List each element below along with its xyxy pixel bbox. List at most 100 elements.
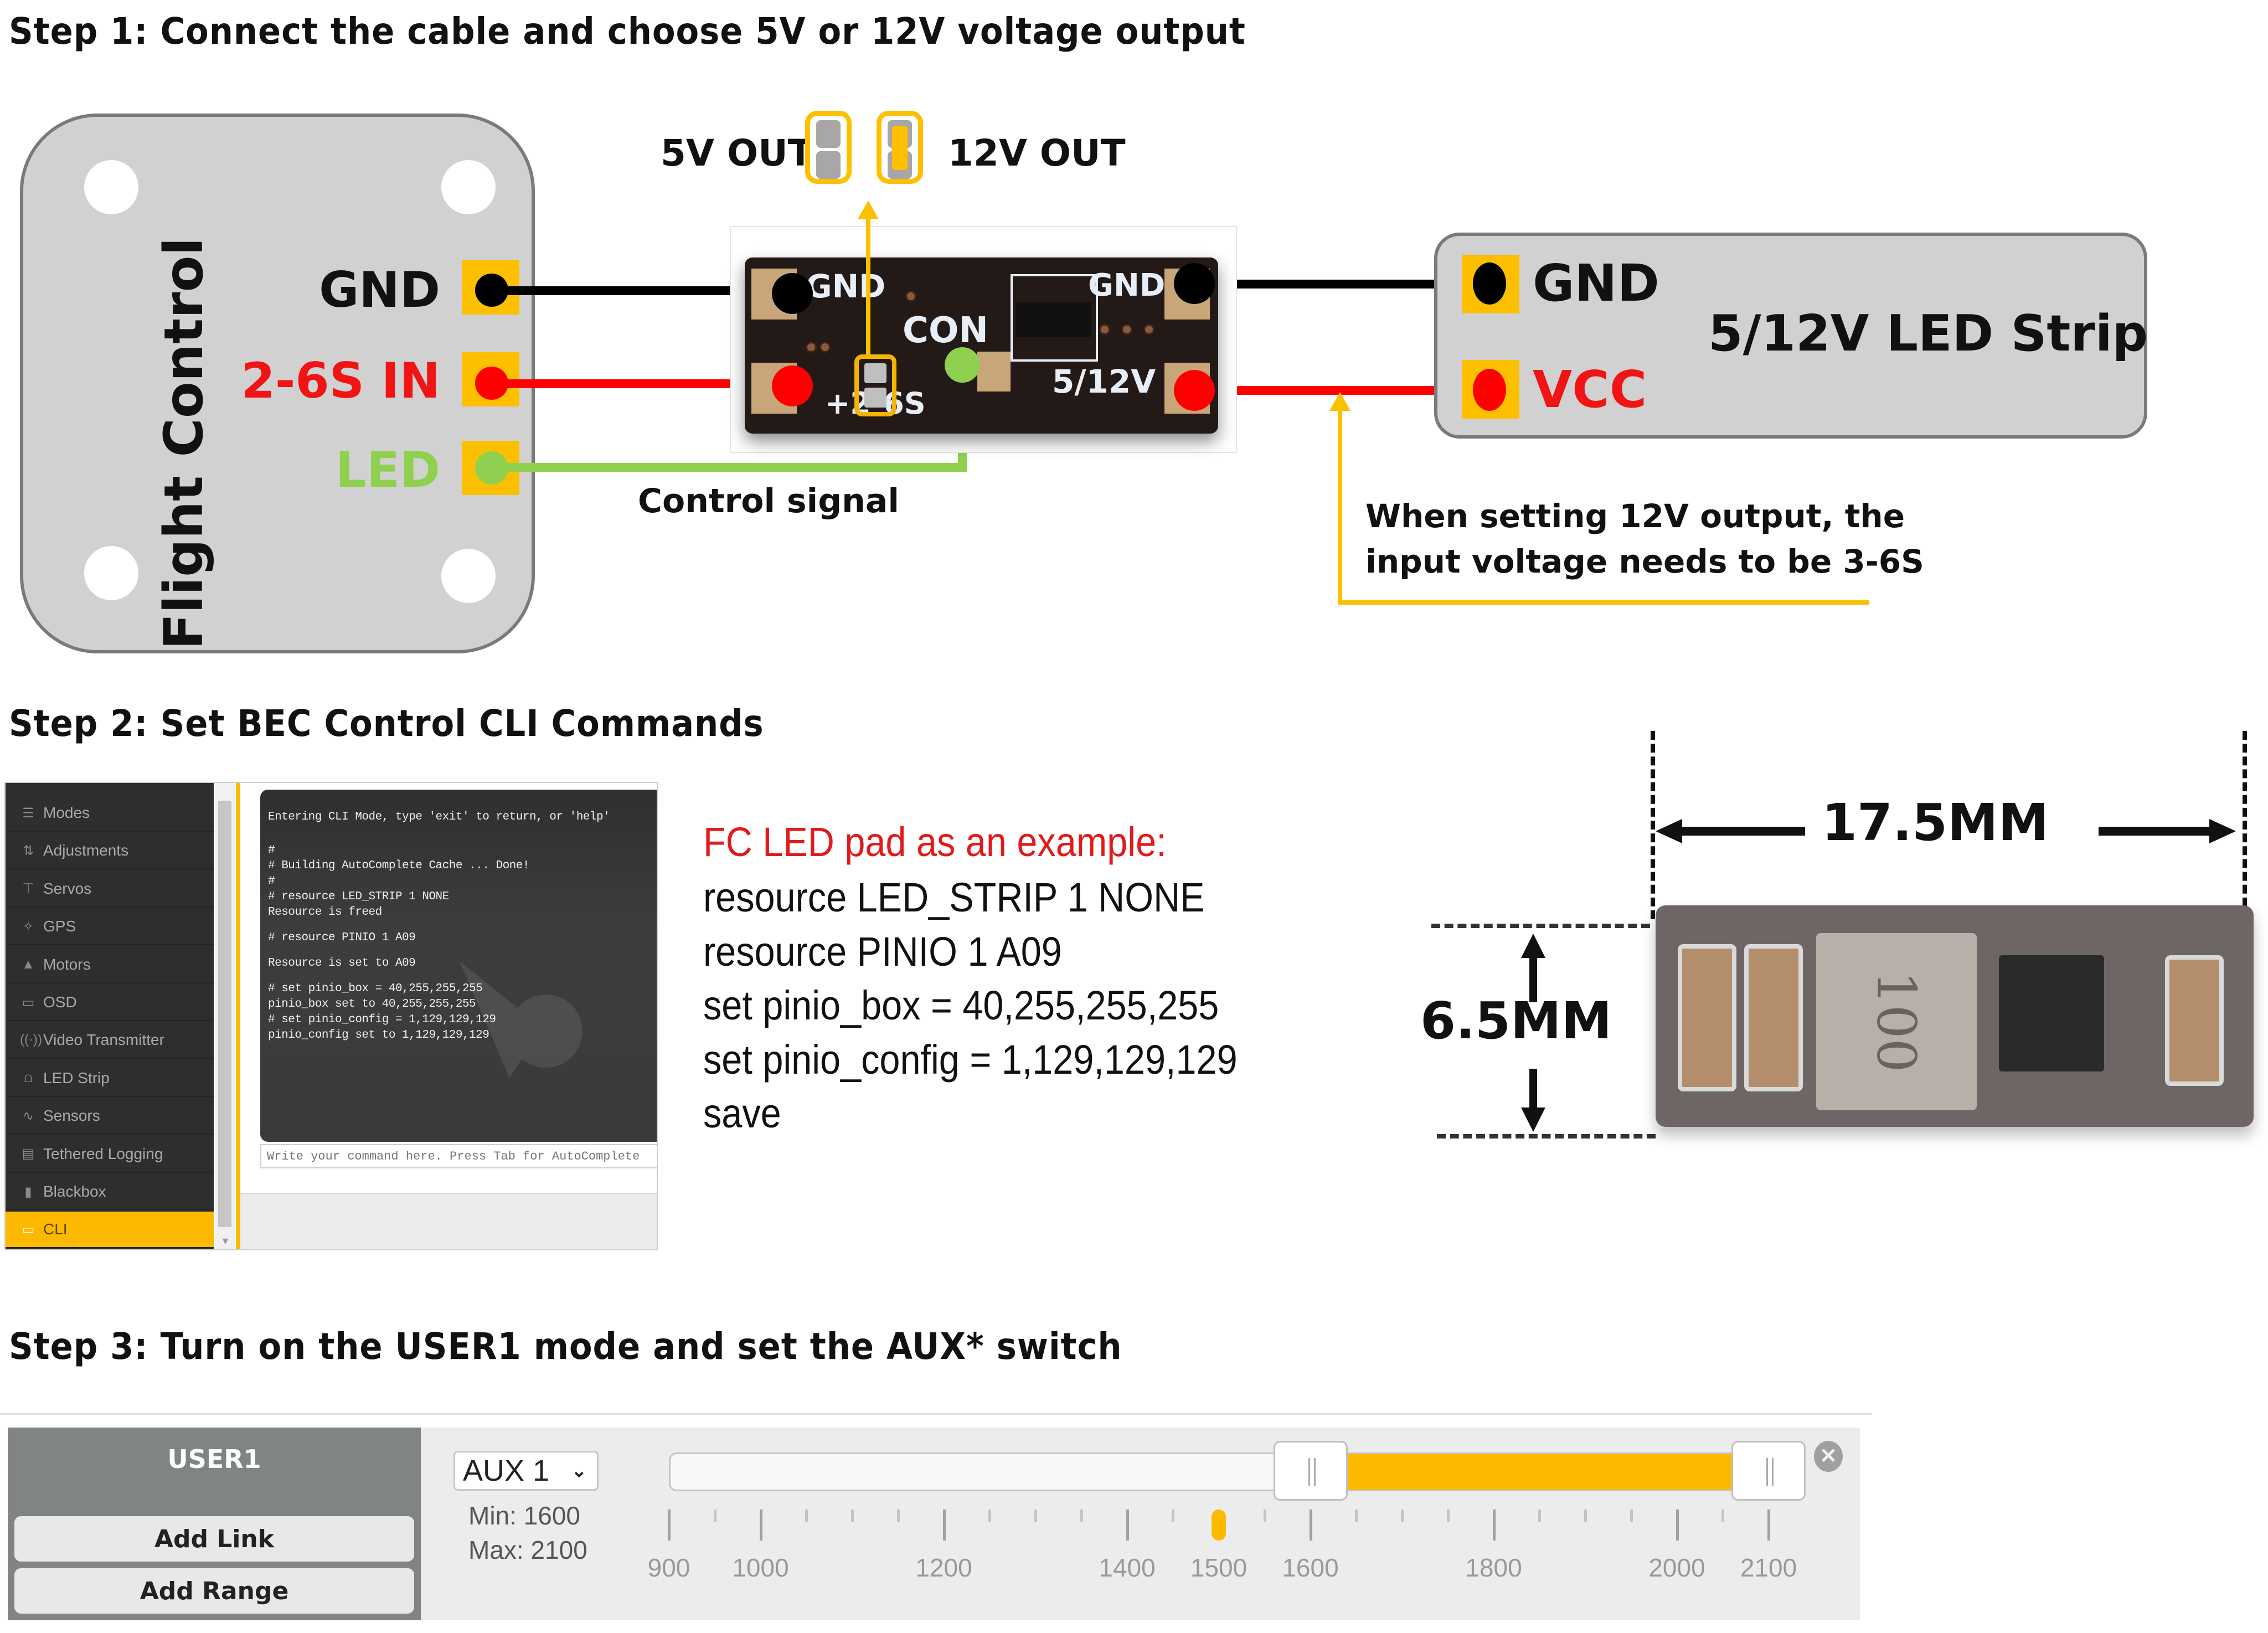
sidebar-item-sensors[interactable]: ∿ Sensors xyxy=(6,1098,214,1135)
width-dimension-guide-right xyxy=(2243,731,2247,919)
via xyxy=(905,291,916,302)
sidebar-item-tethered-logging[interactable]: ▤ Tethered Logging xyxy=(6,1136,214,1173)
voltage-note-underline xyxy=(1338,600,1869,605)
width-arrow-right-shaft xyxy=(2099,827,2226,836)
voltage-note-line-2: input voltage needs to be 3-6S xyxy=(1365,543,1924,580)
range-min-handle[interactable] xyxy=(1273,1441,1348,1501)
terminal-line: # resource PINIO 1 A09 xyxy=(268,931,416,944)
sidebar-item-label: LED Strip xyxy=(43,1069,110,1086)
sidebar-item-osd[interactable]: ▭ OSD xyxy=(6,985,214,1021)
pcb-jumper-highlight xyxy=(854,354,896,416)
terminal-line: # set pinio_box = 40,255,255,255 xyxy=(268,982,483,995)
height-dimension-guide-bottom xyxy=(1437,1134,1656,1139)
scale-major-tick xyxy=(759,1510,762,1541)
scale-tick-label: 1500 xyxy=(1190,1553,1248,1582)
silk-label: GND xyxy=(806,267,886,305)
step1-heading: Step 1: Connect the cable and choose 5V … xyxy=(9,10,1246,53)
aux-channel-select[interactable]: AUX 1 ⌄ xyxy=(453,1451,599,1491)
cli-terminal-icon: ▭ xyxy=(22,1222,35,1237)
jumper-12v-option[interactable] xyxy=(877,111,923,184)
sidebar-item-video-transmitter[interactable]: ((·)) Video Transmitter xyxy=(6,1022,214,1059)
example-command: set pinio_box = 40,255,255,255 xyxy=(703,982,1219,1028)
example-command: save xyxy=(703,1090,781,1136)
bec-pcb: GND CON GND +2-6S 5/12V xyxy=(745,257,1218,434)
scale-minor-tick xyxy=(851,1510,854,1522)
fc-pin-label-gnd: GND xyxy=(319,261,440,318)
arrow-right-icon xyxy=(2209,819,2236,843)
mode-name: USER1 xyxy=(167,1444,261,1474)
sidebar-item-label: Servos xyxy=(43,879,92,897)
section-divider xyxy=(0,1413,1872,1415)
jumper-callout-arrow-icon xyxy=(858,200,879,219)
scale-minor-tick xyxy=(713,1510,717,1522)
sidebar-item-led-strip[interactable]: ⩍ LED Strip xyxy=(6,1060,214,1097)
scroll-down-arrow-icon[interactable]: ▼ xyxy=(220,1235,230,1247)
height-arrow-down-shaft xyxy=(1529,1069,1537,1113)
range-max-handle[interactable] xyxy=(1731,1441,1806,1501)
sidebar-item-blackbox[interactable]: ▮ Blackbox xyxy=(6,1174,214,1210)
terminal-line: # resource LED_STRIP 1 NONE xyxy=(268,890,449,903)
led-strip-icon: ⩍ xyxy=(24,1070,33,1085)
cli-command-input[interactable] xyxy=(260,1144,657,1168)
scale-minor-tick xyxy=(1630,1510,1633,1522)
cli-screenshot: ☰ Modes ⇅ Adjustments ⊤ Servos ✧ GPS ▲ Motors ▭ OSD… xyxy=(4,782,658,1250)
sidebar-item-label: Adjustments xyxy=(43,842,129,859)
modes-icon: ☰ xyxy=(22,805,34,821)
via xyxy=(1143,324,1154,335)
sidebar-item-modes[interactable]: ☰ Modes xyxy=(6,795,214,832)
example-command: resource LED_STRIP 1 NONE xyxy=(703,874,1205,920)
scale-tick-label: 1200 xyxy=(915,1553,972,1582)
example-command: set pinio_config = 1,129,129,129 xyxy=(703,1036,1238,1083)
sidebar-item-label: CLI xyxy=(43,1220,68,1238)
height-dimension-guide-top xyxy=(1431,924,1650,928)
scale-major-tick xyxy=(942,1510,946,1541)
terminal-line: # set pinio_config = 1,129,129,129 xyxy=(268,1013,496,1026)
jumper-pad-top xyxy=(816,120,841,148)
example-command: resource PINIO 1 A09 xyxy=(703,928,1062,975)
example-title: FC LED pad as an example: xyxy=(703,819,1167,865)
scale-minor-tick xyxy=(1263,1510,1266,1522)
add-range-button[interactable]: Add Range xyxy=(14,1568,414,1614)
brand-watermark-icon xyxy=(460,961,583,1078)
sidebar-item-label: Tethered Logging xyxy=(43,1145,163,1162)
sidebar-item-gps[interactable]: ✧ GPS xyxy=(6,909,214,946)
led-strip-title: 5/12V LED Strip xyxy=(1708,305,2148,363)
scale-tick-label: 1600 xyxy=(1282,1553,1339,1582)
silk-label: 5/12V xyxy=(1052,363,1156,400)
add-link-button[interactable]: Add Link xyxy=(14,1516,414,1562)
step3-heading: Step 3: Turn on the USER1 mode and set t… xyxy=(9,1325,1122,1368)
pcb-regulator-chip xyxy=(1016,302,1091,337)
scale-major-tick xyxy=(1767,1510,1770,1541)
scale-major-tick xyxy=(1309,1510,1312,1541)
scale-tick-label: 2100 xyxy=(1740,1553,1797,1582)
sidebar-item-servos[interactable]: ⊤ Servos xyxy=(6,871,214,908)
sidebar-nav: ☰ Modes ⇅ Adjustments ⊤ Servos ✧ GPS ▲ Motors ▭ OSD… xyxy=(6,783,214,1249)
width-dimension-label: 17.5MM xyxy=(1822,793,2049,852)
voltage-note-line-1: When setting 12V output, the xyxy=(1365,497,1905,535)
inductor-marking: 100 xyxy=(1865,971,1927,1073)
fc-led-solder-dot xyxy=(475,451,508,485)
current-channel-value-marker xyxy=(1212,1510,1226,1541)
sidebar-item-motors[interactable]: ▲ Motors xyxy=(6,947,214,983)
height-dimension-label: 6.5MM xyxy=(1420,991,1612,1050)
range-min-label: Min: 1600 xyxy=(468,1501,581,1530)
bec-module-photo: 100 xyxy=(1656,905,2254,1127)
sidebar-item-label: GPS xyxy=(43,918,76,935)
sidebar-item-adjustments[interactable]: ⇅ Adjustments xyxy=(6,833,214,870)
sidebar-item-label: OSD xyxy=(43,993,77,1011)
step2-heading: Step 2: Set BEC Control CLI Commands xyxy=(9,702,764,745)
remove-range-button[interactable]: ✕ xyxy=(1814,1441,1843,1472)
sidebar-item-label: Motors xyxy=(43,955,91,973)
pcb-jumper-pad xyxy=(864,388,886,408)
sidebar-scrollbar-thumb[interactable] xyxy=(218,801,231,1227)
jumper-5v-option[interactable] xyxy=(805,111,852,184)
jumper-5v-label: 5V OUT xyxy=(661,132,813,174)
pcb-gnd-in-solder-dot xyxy=(772,273,813,314)
terminal-line: pinio_box set to 40,255,255,255 xyxy=(268,998,476,1011)
scale-minor-tick xyxy=(805,1510,808,1522)
pcb-jumper-pad xyxy=(864,363,886,383)
jumper-12v-label: 12V OUT xyxy=(948,132,1126,174)
sidebar-item-cli[interactable]: ▭ CLI xyxy=(6,1212,214,1249)
sidebar-scrollbar[interactable]: ▼ xyxy=(215,783,235,1249)
scale-major-tick xyxy=(1126,1510,1129,1541)
